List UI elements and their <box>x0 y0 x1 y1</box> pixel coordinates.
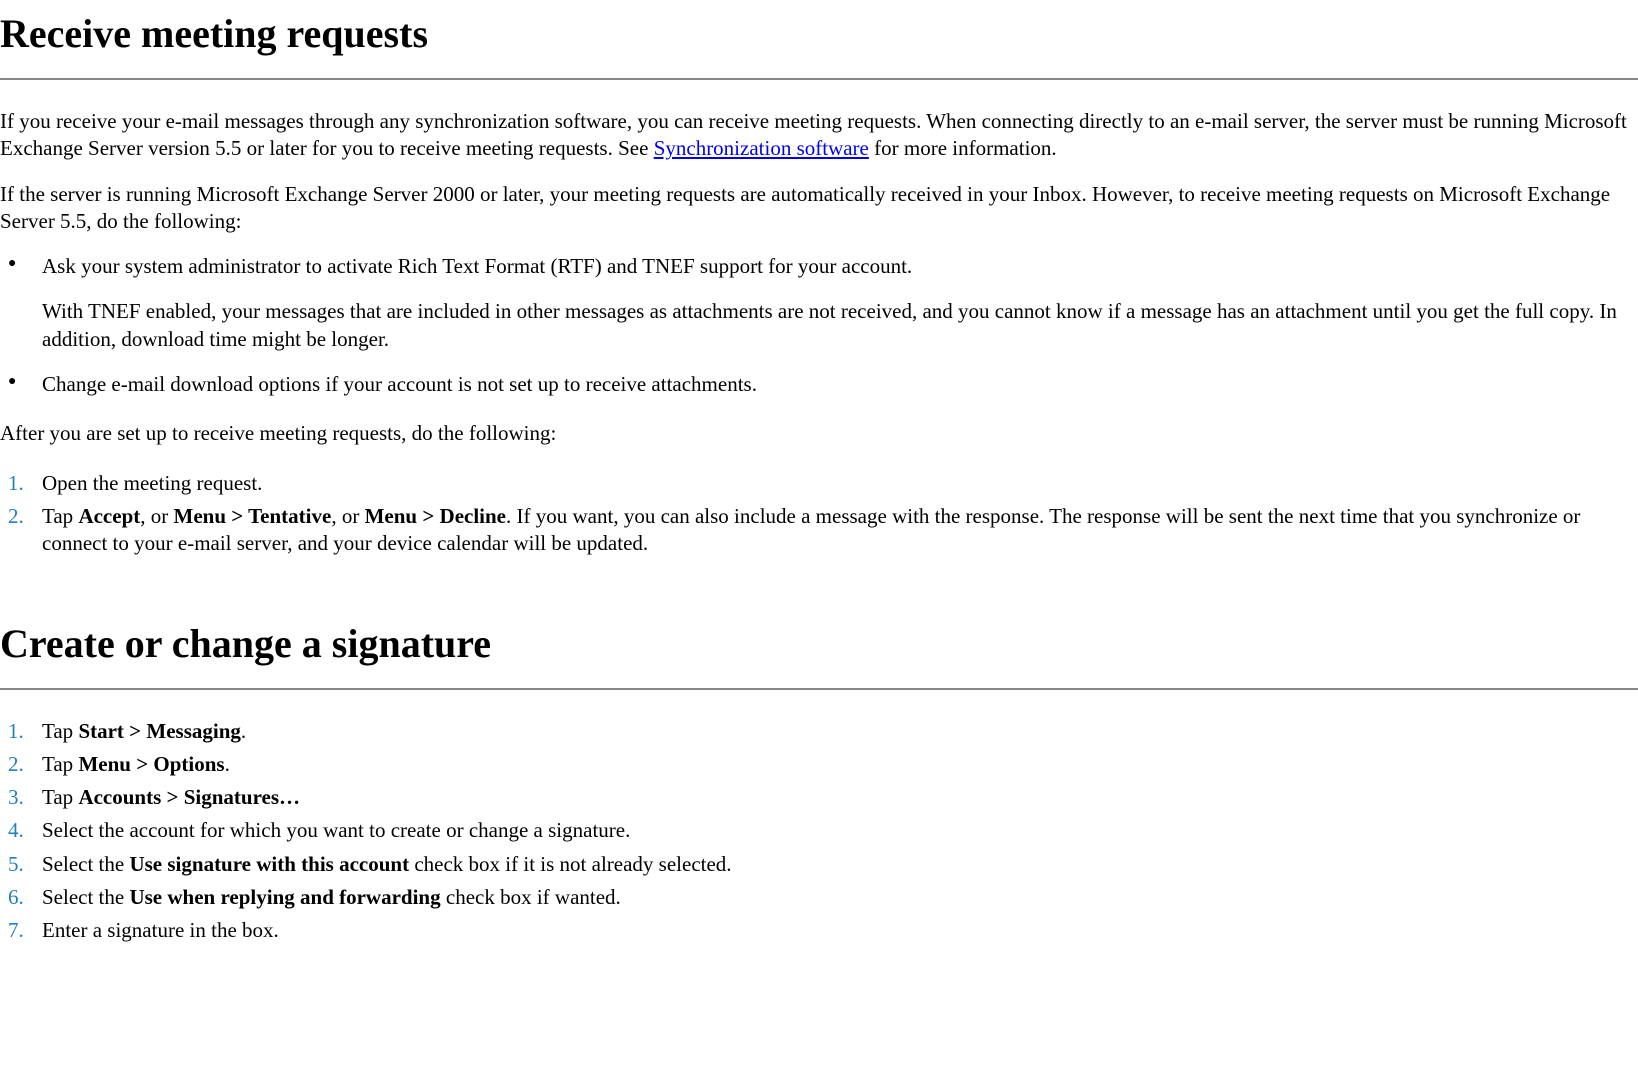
bullet-item-2: Change e-mail download options if your a… <box>0 371 1638 398</box>
sig-step-2: Tap Menu > Options. <box>0 751 1638 778</box>
bullet-list: Ask your system administrator to activat… <box>0 253 1638 398</box>
step-2-text-3: , or <box>331 504 364 528</box>
sig-step-5-text-1: Select the <box>42 852 129 876</box>
intro-paragraph: If you receive your e-mail messages thro… <box>0 108 1638 163</box>
sig-step-7: Enter a signature in the box. <box>0 917 1638 944</box>
sig-step-2-text-2: . <box>225 752 230 776</box>
steps-list-2: Tap Start > Messaging. Tap Menu > Option… <box>0 718 1638 945</box>
sig-step-6-text-2: check box if wanted. <box>441 885 621 909</box>
step-2-bold-accept: Accept <box>78 504 140 528</box>
intro-text-2: for more information. <box>869 136 1057 160</box>
steps-list-1: Open the meeting request. Tap Accept, or… <box>0 470 1638 558</box>
step-2-bold-decline: Menu > Decline <box>365 504 506 528</box>
sig-step-5-bold: Use signature with this account <box>129 852 409 876</box>
sig-step-1: Tap Start > Messaging. <box>0 718 1638 745</box>
divider <box>0 78 1638 80</box>
heading-create-signature: Create or change a signature <box>0 618 1638 670</box>
sig-step-4: Select the account for which you want to… <box>0 817 1638 844</box>
sig-step-3-bold: Accounts > Signatures… <box>78 785 300 809</box>
after-setup-paragraph: After you are set up to receive meeting … <box>0 420 1638 447</box>
bullet-2-text: Change e-mail download options if your a… <box>42 372 757 396</box>
divider <box>0 688 1638 690</box>
synchronization-software-link[interactable]: Synchronization software <box>654 136 869 160</box>
sig-step-1-bold: Start > Messaging <box>78 719 240 743</box>
sig-step-1-text-1: Tap <box>42 719 78 743</box>
sig-step-3: Tap Accounts > Signatures… <box>0 784 1638 811</box>
bullet-item-1: Ask your system administrator to activat… <box>0 253 1638 353</box>
step-1: Open the meeting request. <box>0 470 1638 497</box>
sig-step-2-text-1: Tap <box>42 752 78 776</box>
sig-step-5: Select the Use signature with this accou… <box>0 851 1638 878</box>
exchange-server-paragraph: If the server is running Microsoft Excha… <box>0 181 1638 236</box>
sig-step-3-text-1: Tap <box>42 785 78 809</box>
sig-step-6-bold: Use when replying and forwarding <box>129 885 440 909</box>
step-2-text-2: , or <box>140 504 173 528</box>
sig-step-5-text-2: check box if it is not already selected. <box>409 852 731 876</box>
sig-step-2-bold: Menu > Options <box>78 752 224 776</box>
sig-step-1-text-2: . <box>241 719 246 743</box>
heading-receive-meeting-requests: Receive meeting requests <box>0 8 1638 60</box>
step-2-bold-tentative: Menu > Tentative <box>174 504 332 528</box>
bullet-1-line-2: With TNEF enabled, your messages that ar… <box>42 298 1638 353</box>
step-2: Tap Accept, or Menu > Tentative, or Menu… <box>0 503 1638 558</box>
bullet-1-line-1: Ask your system administrator to activat… <box>42 253 1638 280</box>
sig-step-6: Select the Use when replying and forward… <box>0 884 1638 911</box>
sig-step-6-text-1: Select the <box>42 885 129 909</box>
step-2-text-1: Tap <box>42 504 78 528</box>
